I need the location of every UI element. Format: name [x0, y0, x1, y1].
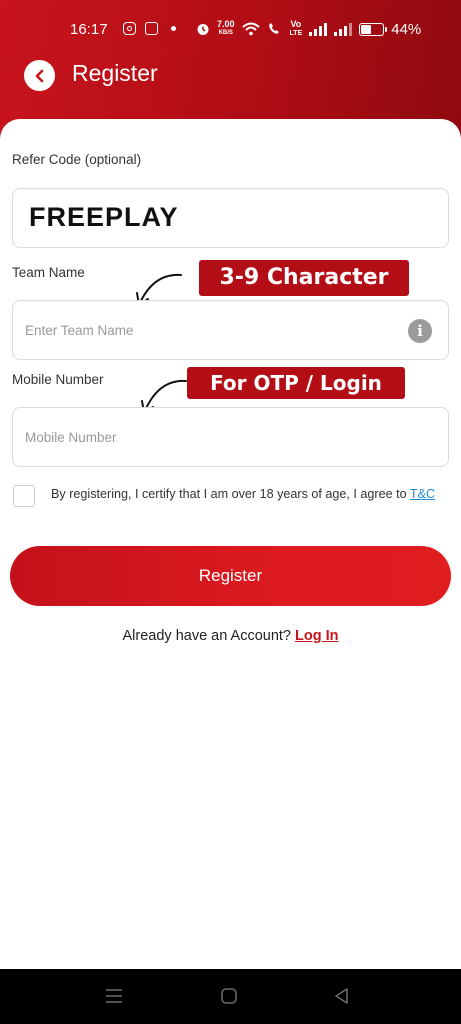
battery-fill [361, 24, 372, 34]
alarm-icon [197, 24, 209, 35]
home-square-icon [221, 988, 237, 1004]
status-system-icons: 7.00 KB/S Vo LTE 44% [196, 20, 421, 38]
battery-icon [359, 22, 388, 36]
network-speed: 7.00 KB/S [217, 20, 235, 38]
team-name-hint-callout: 3-9 Character [199, 260, 409, 296]
mobile-number-input[interactable] [13, 408, 448, 466]
menu-nav-button[interactable] [102, 984, 126, 1008]
home-nav-button[interactable] [217, 984, 241, 1008]
refer-code-label: Refer Code (optional) [12, 152, 142, 167]
team-name-input[interactable] [13, 301, 448, 359]
app-notification-icon [145, 22, 158, 35]
team-name-label: Team Name [12, 265, 85, 280]
login-prompt-row: Already have an Account? Log In [0, 628, 461, 644]
terms-checkbox[interactable] [13, 485, 35, 507]
terms-text: By registering, I certify that I am over… [51, 487, 435, 501]
status-notification-icons [123, 22, 176, 35]
chevron-left-icon [35, 69, 43, 82]
menu-icon [106, 989, 122, 1003]
instagram-icon [123, 22, 136, 35]
team-name-field[interactable]: i [12, 300, 449, 360]
terms-statement: By registering, I certify that I am over… [51, 487, 410, 501]
volte-line2: LTE [289, 30, 303, 37]
info-icon[interactable]: i [408, 319, 432, 343]
network-speed-unit: KB/S [218, 30, 233, 36]
battery-percentage: 44% [391, 20, 422, 38]
system-navigation-bar [0, 969, 461, 1024]
login-link[interactable]: Log In [295, 628, 339, 644]
back-nav-button[interactable] [330, 984, 354, 1008]
network-speed-value: 7.00 [217, 19, 235, 29]
status-bar: 16:17 7.00 KB/S Vo LTE 44% [0, 18, 461, 44]
signal-1-icon [309, 22, 328, 36]
status-time: 16:17 [70, 21, 108, 38]
more-notifications-dot-icon [171, 26, 176, 31]
wifi-icon [241, 22, 260, 36]
refer-code-value: FREEPLAY [29, 202, 179, 232]
volte-indicator: Vo LTE [290, 20, 303, 38]
register-button[interactable]: Register [10, 546, 451, 606]
volte-line1: Vo [290, 19, 302, 29]
wifi-calling-icon [268, 23, 279, 34]
signal-2-icon [334, 22, 353, 36]
terms-link[interactable]: T&C [410, 487, 435, 501]
login-prompt-text: Already have an Account? [122, 628, 291, 644]
back-button[interactable] [24, 60, 55, 91]
mobile-number-field[interactable] [12, 407, 449, 467]
mobile-number-label: Mobile Number [12, 372, 104, 387]
refer-code-field[interactable]: FREEPLAY [12, 188, 449, 248]
mobile-number-hint-callout: For OTP / Login [187, 367, 405, 399]
back-triangle-icon [335, 988, 348, 1004]
page-title: Register [72, 60, 158, 86]
